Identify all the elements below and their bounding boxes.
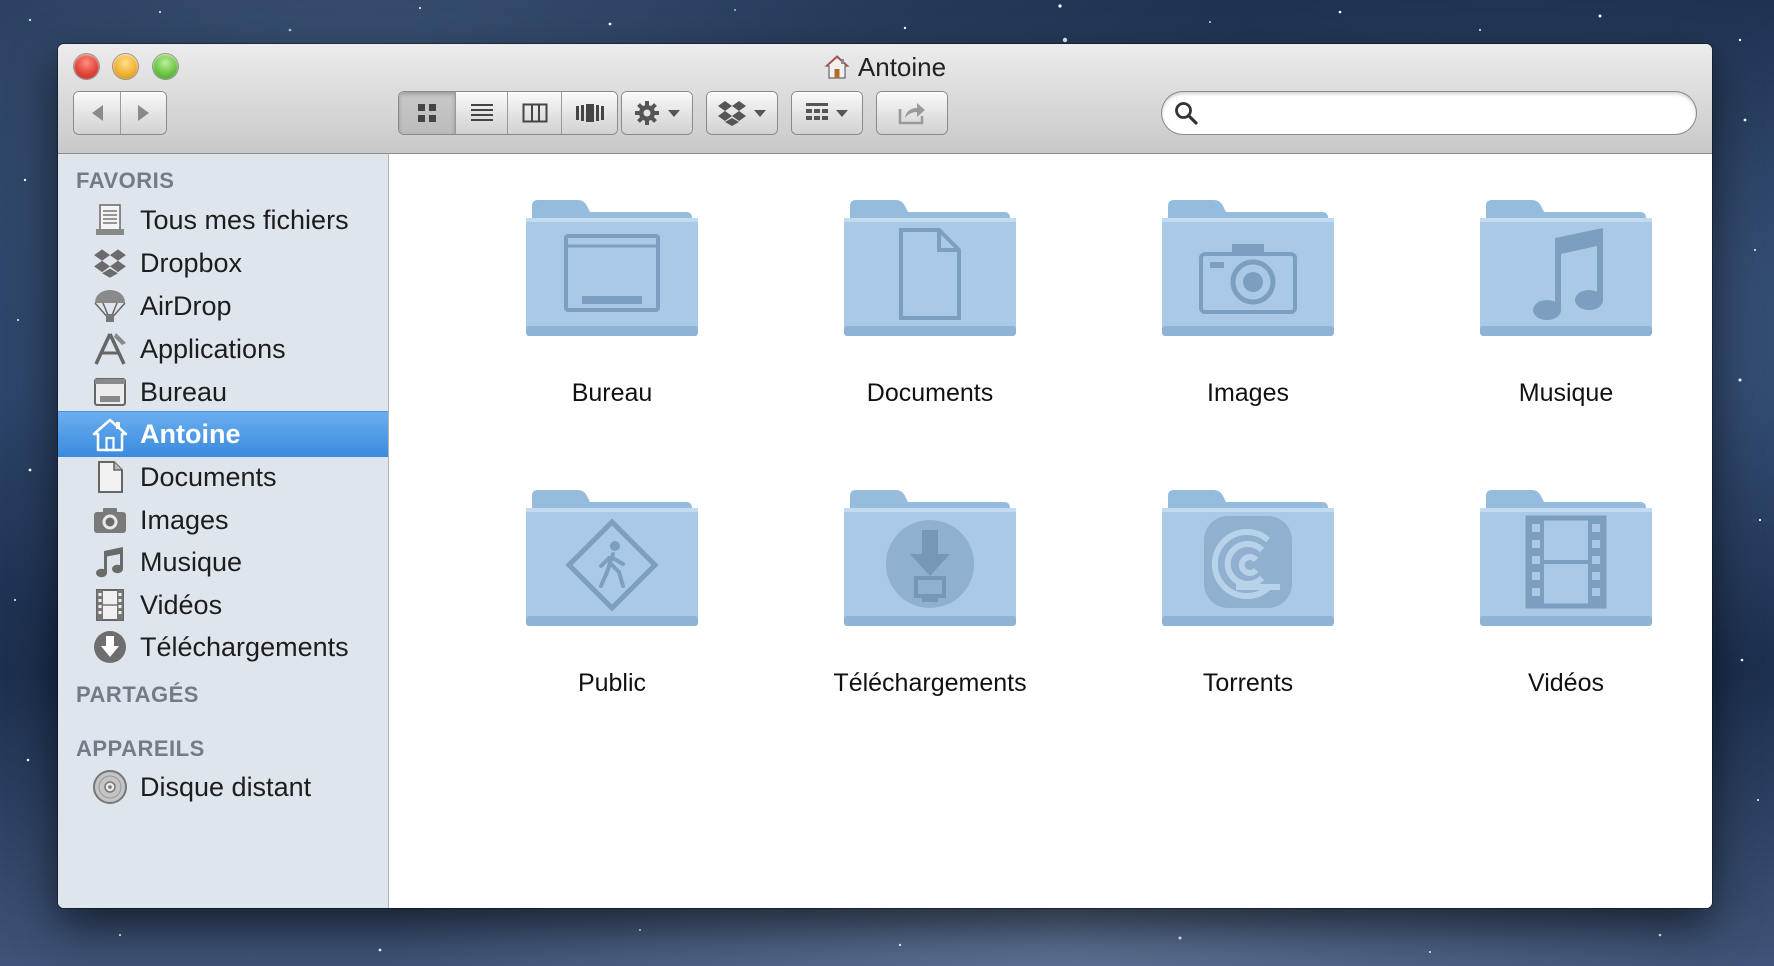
sidebar-item-home[interactable]: Antoine bbox=[58, 411, 388, 457]
film-icon bbox=[90, 585, 130, 625]
music-note-icon bbox=[90, 542, 130, 582]
sidebar-item-music[interactable]: Musique bbox=[58, 539, 388, 585]
back-button[interactable] bbox=[74, 92, 120, 134]
arrange-grid-icon bbox=[806, 103, 828, 120]
search-field[interactable] bbox=[1162, 92, 1696, 134]
folder-label: Images bbox=[1207, 379, 1289, 407]
applications-icon bbox=[90, 329, 130, 369]
sidebar-item-images[interactable]: Images bbox=[58, 497, 388, 543]
sidebar-item-videos[interactable]: Vidéos bbox=[58, 582, 388, 628]
folder-label: Torrents bbox=[1202, 669, 1294, 697]
download-icon bbox=[886, 520, 974, 608]
back-forward-control bbox=[74, 92, 166, 134]
sidebar-item-downloads[interactable]: Téléchargements bbox=[58, 624, 388, 670]
sidebar-item-label: Dropbox bbox=[140, 247, 243, 278]
window-title: Antoine bbox=[58, 50, 1712, 88]
documents-icon bbox=[90, 457, 130, 497]
chevron-down-icon bbox=[836, 110, 848, 117]
list-view-button[interactable] bbox=[455, 92, 508, 134]
sidebar-item-label: Musique bbox=[140, 546, 243, 577]
desktop-icon bbox=[564, 234, 660, 312]
folder-label: Documents bbox=[866, 379, 994, 407]
sidebar-item-desktop[interactable]: Bureau bbox=[58, 369, 388, 415]
pedestrian-sign-icon bbox=[565, 518, 659, 612]
action-menu-button[interactable] bbox=[622, 92, 692, 134]
folder-item-images[interactable]: Images bbox=[1118, 194, 1378, 424]
chevron-down-icon bbox=[754, 110, 766, 117]
folder-item-videos[interactable]: Vidéos bbox=[1436, 484, 1696, 714]
folder-item-torrents[interactable]: Torrents bbox=[1118, 484, 1378, 714]
disc-icon bbox=[90, 767, 130, 807]
list-lines-icon bbox=[471, 104, 493, 121]
folder-label: Musique bbox=[1518, 379, 1614, 407]
folder-item-telechargements[interactable]: Téléchargements bbox=[800, 484, 1060, 714]
search-icon bbox=[1175, 102, 1198, 125]
sidebar-item-label: Documents bbox=[140, 461, 277, 492]
folder-item-bureau[interactable]: Bureau bbox=[482, 194, 742, 424]
camera-icon bbox=[90, 500, 130, 540]
sidebar-item-label: Images bbox=[140, 504, 229, 535]
gear-icon bbox=[635, 101, 659, 125]
toolbar: Antoine bbox=[58, 44, 1712, 154]
dropbox-icon bbox=[90, 243, 130, 283]
sidebar: FAVORIS Tous mes fichiers Dropbox AirDro… bbox=[58, 154, 389, 908]
finder-window: Antoine FAVORIS Tous mes fichiers Dropbo… bbox=[58, 44, 1712, 908]
folder-label: Vidéos bbox=[1528, 669, 1604, 697]
camera-icon bbox=[1199, 244, 1297, 314]
sidebar-item-label: Tous mes fichiers bbox=[140, 204, 349, 235]
desktop-icon bbox=[90, 372, 130, 412]
column-view-button[interactable] bbox=[507, 92, 562, 134]
folder-item-documents[interactable]: Documents bbox=[800, 194, 1060, 424]
cover-flow-button[interactable] bbox=[561, 92, 617, 134]
sidebar-item-applications[interactable]: Applications bbox=[58, 326, 388, 372]
download-icon bbox=[90, 627, 130, 667]
shared-heading: PARTAGÉS bbox=[76, 682, 199, 707]
folder-label: Public bbox=[577, 669, 647, 697]
sidebar-item-label: Antoine bbox=[140, 419, 241, 449]
home-icon bbox=[824, 54, 850, 88]
sidebar-item-label: Téléchargements bbox=[140, 631, 349, 662]
all-files-icon bbox=[90, 200, 130, 240]
icon-grid-icon bbox=[418, 104, 436, 122]
sidebar-item-remote-disc[interactable]: Disque distant bbox=[58, 764, 388, 810]
columns-icon bbox=[522, 103, 548, 123]
forward-arrow-icon bbox=[138, 105, 149, 121]
cover-flow-icon bbox=[576, 104, 604, 122]
sidebar-item-documents[interactable]: Documents bbox=[58, 454, 388, 500]
icon-view-button[interactable] bbox=[399, 92, 455, 134]
devices-heading: APPAREILS bbox=[76, 736, 205, 761]
sidebar-item-label: Disque distant bbox=[140, 771, 312, 802]
view-mode-control bbox=[399, 92, 617, 134]
dropbox-menu-button[interactable] bbox=[707, 92, 777, 134]
dropbox-icon bbox=[718, 101, 746, 126]
film-icon bbox=[1525, 515, 1607, 609]
share-icon bbox=[898, 103, 925, 125]
chevron-down-icon bbox=[668, 110, 680, 117]
document-icon bbox=[899, 228, 961, 320]
favorites-heading: FAVORIS bbox=[76, 168, 175, 193]
sidebar-item-label: AirDrop bbox=[140, 290, 232, 321]
music-note-icon bbox=[1533, 228, 1603, 320]
torrent-icon bbox=[1204, 516, 1292, 608]
airdrop-icon bbox=[90, 286, 130, 326]
sidebar-item-dropbox[interactable]: Dropbox bbox=[58, 240, 388, 286]
arrange-menu-button[interactable] bbox=[792, 92, 862, 134]
folder-item-musique[interactable]: Musique bbox=[1436, 194, 1696, 424]
search-input[interactable] bbox=[1208, 96, 1682, 130]
sidebar-item-label: Bureau bbox=[140, 376, 228, 407]
share-button[interactable] bbox=[877, 92, 947, 134]
back-arrow-icon bbox=[92, 105, 103, 121]
folder-item-public[interactable]: Public bbox=[482, 484, 742, 714]
forward-button[interactable] bbox=[120, 92, 167, 134]
sidebar-item-airdrop[interactable]: AirDrop bbox=[58, 283, 388, 329]
folder-label: Téléchargements bbox=[833, 669, 1027, 697]
sidebar-item-label: Applications bbox=[140, 333, 286, 364]
home-icon bbox=[90, 415, 130, 455]
folder-label: Bureau bbox=[571, 379, 653, 407]
file-grid: Bureau Documents Images Musique Public T… bbox=[389, 154, 1712, 908]
sidebar-item-all-files[interactable]: Tous mes fichiers bbox=[58, 197, 388, 243]
window-title-text: Antoine bbox=[857, 52, 947, 82]
sidebar-item-label: Vidéos bbox=[140, 589, 223, 620]
